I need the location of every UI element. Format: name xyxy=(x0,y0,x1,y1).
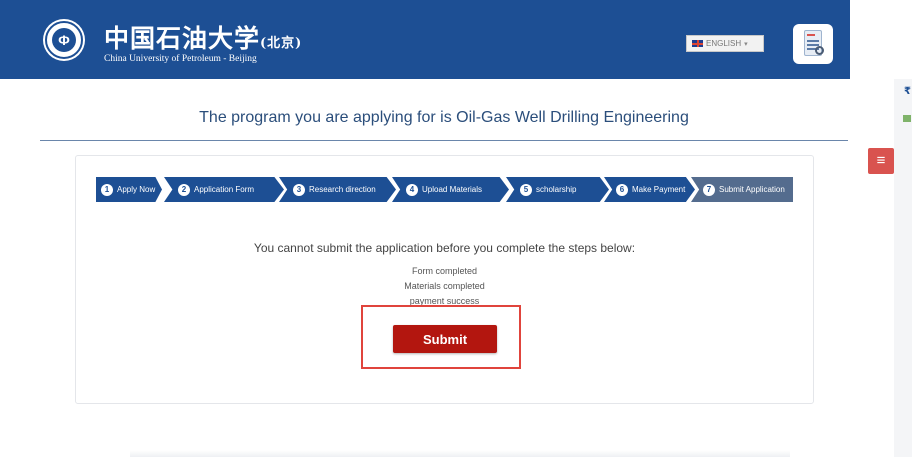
page-title: The program you are applying for is Oil-… xyxy=(199,109,689,126)
step-number: 6 xyxy=(616,183,628,196)
step-submit-application[interactable]: 7 Submit Application xyxy=(691,177,793,202)
progress-steps: 1 Apply Now 2 Application Form 3 Researc… xyxy=(96,177,793,202)
step-label: Application Form xyxy=(194,185,255,194)
right-edge-panel xyxy=(894,79,912,457)
step-application-form[interactable]: 2 Application Form xyxy=(164,177,284,202)
application-status-button[interactable] xyxy=(793,24,833,64)
university-name-cn-main: 中国石油大学 xyxy=(104,24,261,53)
step-make-payment[interactable]: 6 Make Payment xyxy=(604,177,695,202)
language-label: ENGLISH xyxy=(706,39,742,48)
step-upload-materials[interactable]: 4 Upload Materials xyxy=(392,177,509,202)
step-number: 7 xyxy=(703,183,715,196)
requirement-item: Materials completed xyxy=(404,281,485,291)
requirement-item: Form completed xyxy=(411,266,478,276)
title-divider xyxy=(40,140,848,141)
step-label: Research direction xyxy=(309,185,376,194)
menu-icon[interactable]: ≡ xyxy=(868,148,894,174)
step-number: 2 xyxy=(178,183,190,196)
language-selector[interactable]: ENGLISH ▾ xyxy=(686,35,764,52)
magnifier-icon xyxy=(815,46,824,55)
university-name-cn-sub: (北京) xyxy=(260,36,303,51)
step-number: 3 xyxy=(293,183,305,196)
submit-warning-message: You cannot submit the application before… xyxy=(253,241,636,255)
step-number: 1 xyxy=(101,183,113,196)
step-label: Apply Now xyxy=(117,185,156,194)
submit-button[interactable]: Submit xyxy=(393,325,497,353)
header-right-blank xyxy=(850,0,912,79)
chevron-down-icon: ▾ xyxy=(744,40,748,48)
university-seal-logo[interactable]: Φ xyxy=(45,21,83,59)
edge-flag-icon[interactable] xyxy=(903,115,911,122)
step-scholarship[interactable]: 5 scholarship xyxy=(506,177,609,202)
uk-flag-icon xyxy=(692,40,703,47)
step-label: Upload Materials xyxy=(422,185,483,194)
step-label: Submit Application xyxy=(719,185,785,194)
seal-emblem: Φ xyxy=(52,28,76,52)
site-header: Φ 中国石油大学(北京) China University of Petrole… xyxy=(0,0,850,79)
footer-shadow xyxy=(130,450,790,457)
edge-currency-icon[interactable]: ₹ xyxy=(904,86,911,97)
step-number: 5 xyxy=(520,183,532,196)
university-name-en: China University of Petroleum - Beijing xyxy=(104,54,257,64)
step-label: scholarship xyxy=(536,185,577,194)
university-name-cn[interactable]: 中国石油大学(北京) xyxy=(104,19,302,55)
step-label: Make Payment xyxy=(632,185,686,194)
step-research-direction[interactable]: 3 Research direction xyxy=(279,177,396,202)
step-number: 4 xyxy=(406,183,418,196)
step-apply-now[interactable]: 1 Apply Now xyxy=(96,177,162,202)
